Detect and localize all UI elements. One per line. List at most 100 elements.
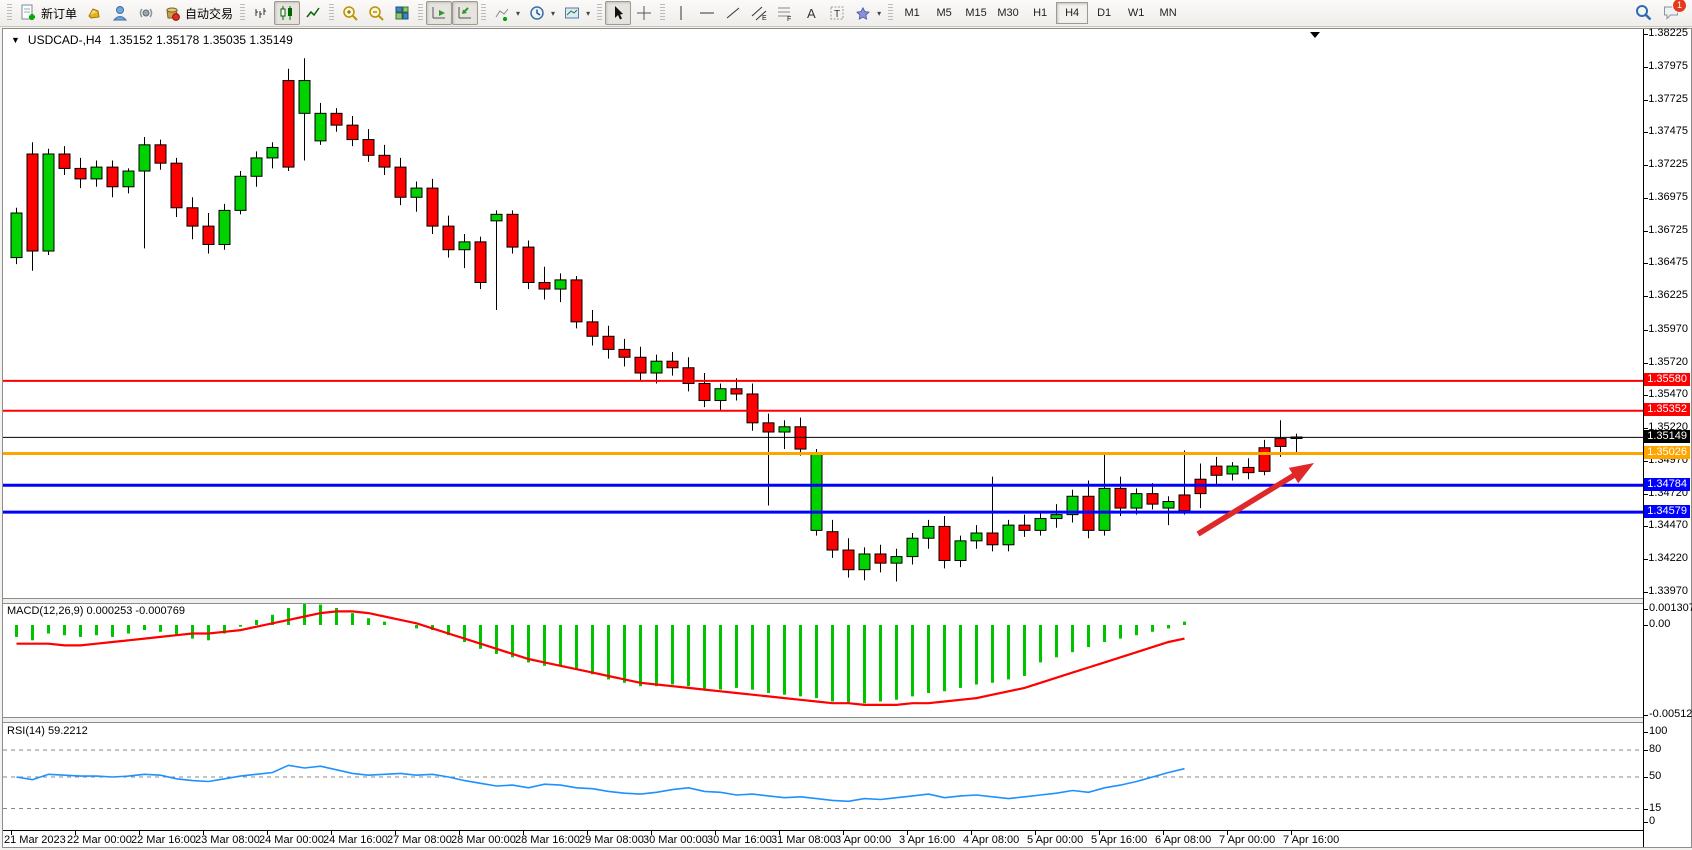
candle-body xyxy=(1099,488,1110,530)
candlestick-chart-button[interactable] xyxy=(274,1,300,25)
timeframe-mn[interactable]: MN xyxy=(1152,2,1184,24)
candle-body xyxy=(187,208,198,226)
zoomin-icon xyxy=(341,4,359,22)
vline-icon xyxy=(672,4,690,22)
time-axis-label: 29 Mar 08:00 xyxy=(579,834,644,846)
candle-body xyxy=(923,526,934,538)
candle-body xyxy=(619,349,630,357)
candle-body xyxy=(427,188,438,226)
template-icon xyxy=(563,4,581,22)
price-tick-label: 1.37475 xyxy=(1648,125,1688,137)
svg-text:F: F xyxy=(787,16,791,22)
candle-body xyxy=(363,140,374,156)
cursor-icon xyxy=(609,4,627,22)
chart-dropdown-icon[interactable]: ▼ xyxy=(11,35,20,45)
candle-body xyxy=(219,210,230,244)
pane-separator-rsi[interactable] xyxy=(3,717,1643,723)
channel-button[interactable]: E xyxy=(746,1,772,25)
notification-badge: 1 xyxy=(1672,0,1687,13)
zoom-in-button[interactable] xyxy=(337,1,363,25)
text-button[interactable]: A xyxy=(798,1,824,25)
level-price-badge: 1.35580 xyxy=(1644,373,1690,386)
candle-body xyxy=(571,280,582,322)
candle-body xyxy=(491,214,502,221)
new-order-button[interactable]: 新订单 xyxy=(15,1,81,25)
notifications-button[interactable]: 1 xyxy=(1662,3,1680,24)
rsi-axis-label: 80 xyxy=(1649,743,1661,755)
candle-body xyxy=(331,113,342,125)
timeframe-m30[interactable]: M30 xyxy=(992,2,1024,24)
chart-window[interactable]: ▼ USDCAD-,H4 1.35152 1.35178 1.35035 1.3… xyxy=(2,28,1692,848)
trading-terminal-window: 新订单自动交易▾▾▾EFAT▾M1M5M15M30H1H4D1W1MN1 ▼ U… xyxy=(0,0,1692,850)
horizontal-line-button[interactable] xyxy=(694,1,720,25)
pane-separator-macd[interactable] xyxy=(3,598,1643,604)
candle-body xyxy=(1147,494,1158,504)
candle-body xyxy=(1051,515,1062,519)
candle-body xyxy=(411,188,422,197)
price-axis[interactable]: 1.382251.379751.377251.374751.372251.369… xyxy=(1643,29,1691,847)
signal-icon xyxy=(137,4,155,22)
axis-tick xyxy=(1644,822,1648,823)
timeframe-m1[interactable]: M1 xyxy=(896,2,928,24)
candle-body xyxy=(795,427,806,449)
time-axis-label: 22 Mar 00:00 xyxy=(67,834,132,846)
chart-canvas[interactable] xyxy=(3,29,1643,830)
chevron-down-icon: ▾ xyxy=(516,9,520,18)
bucket-icon xyxy=(163,4,181,22)
fibo-icon: F xyxy=(776,4,794,22)
timeframe-w1[interactable]: W1 xyxy=(1120,2,1152,24)
candle-body xyxy=(91,167,102,179)
timeframe-h1[interactable]: H1 xyxy=(1024,2,1056,24)
zoom-out-button[interactable] xyxy=(363,1,389,25)
periods-button[interactable]: ▾ xyxy=(524,1,559,25)
main-toolbar: 新订单自动交易▾▾▾EFAT▾M1M5M15M30H1H4D1W1MN1 xyxy=(0,0,1692,27)
annotation-arrow-head[interactable] xyxy=(1289,463,1314,483)
time-axis-label: 5 Apr 16:00 xyxy=(1091,834,1147,846)
auto-trading-button[interactable]: 自动交易 xyxy=(159,1,237,25)
time-axis[interactable]: 21 Mar 202322 Mar 00:0022 Mar 16:0023 Ma… xyxy=(3,830,1643,847)
vertical-line-button[interactable] xyxy=(668,1,694,25)
candle-body xyxy=(987,533,998,545)
search-button[interactable] xyxy=(1634,3,1652,24)
chart-shift-button[interactable] xyxy=(452,1,478,25)
timeframe-m15[interactable]: M15 xyxy=(960,2,992,24)
cursor-button[interactable] xyxy=(605,1,631,25)
channel-icon: E xyxy=(750,4,768,22)
time-axis-label: 24 Mar 00:00 xyxy=(259,834,324,846)
crosshair-button[interactable] xyxy=(631,1,657,25)
fibonacci-button[interactable]: F xyxy=(772,1,798,25)
navigator-button[interactable] xyxy=(107,1,133,25)
rsi-axis-label: 100 xyxy=(1649,725,1667,737)
indicators-button[interactable]: ▾ xyxy=(489,1,524,25)
auto-scroll-button[interactable] xyxy=(426,1,452,25)
auto-trading-button-label: 自动交易 xyxy=(185,5,233,22)
new-order-button-label: 新订单 xyxy=(41,5,77,22)
macd-axis-label: 0.00 xyxy=(1649,618,1670,630)
candle-body xyxy=(107,167,118,187)
timeframe-h4[interactable]: H4 xyxy=(1056,2,1088,24)
candle-body xyxy=(395,167,406,197)
market-icon-button[interactable] xyxy=(81,1,107,25)
annotation-arrow-shaft[interactable] xyxy=(1198,470,1302,534)
toolbar-grip xyxy=(481,4,486,22)
candle-body xyxy=(1243,467,1254,472)
label-button[interactable]: T xyxy=(824,1,850,25)
bar-chart-button[interactable] xyxy=(248,1,274,25)
level-price-badge: 1.35026 xyxy=(1644,446,1690,459)
timeframe-m5[interactable]: M5 xyxy=(928,2,960,24)
signals-button[interactable] xyxy=(133,1,159,25)
ohlc-values: 1.35152 1.35178 1.35035 1.35149 xyxy=(109,33,293,47)
price-tick-label: 1.35970 xyxy=(1648,323,1688,335)
arrows-button[interactable]: ▾ xyxy=(850,1,885,25)
time-axis-label: 4 Apr 08:00 xyxy=(963,834,1019,846)
search-icon xyxy=(1634,3,1652,21)
axis-tick xyxy=(1644,809,1648,810)
tile-windows-button[interactable] xyxy=(389,1,415,25)
price-tick-label: 1.36725 xyxy=(1648,224,1688,236)
timeframe-d1[interactable]: D1 xyxy=(1088,2,1120,24)
line-chart-button[interactable] xyxy=(300,1,326,25)
axis-tick xyxy=(1644,609,1648,610)
trendline-button[interactable] xyxy=(720,1,746,25)
level-price-badge: 1.35149 xyxy=(1644,430,1690,443)
templates-button[interactable]: ▾ xyxy=(559,1,594,25)
